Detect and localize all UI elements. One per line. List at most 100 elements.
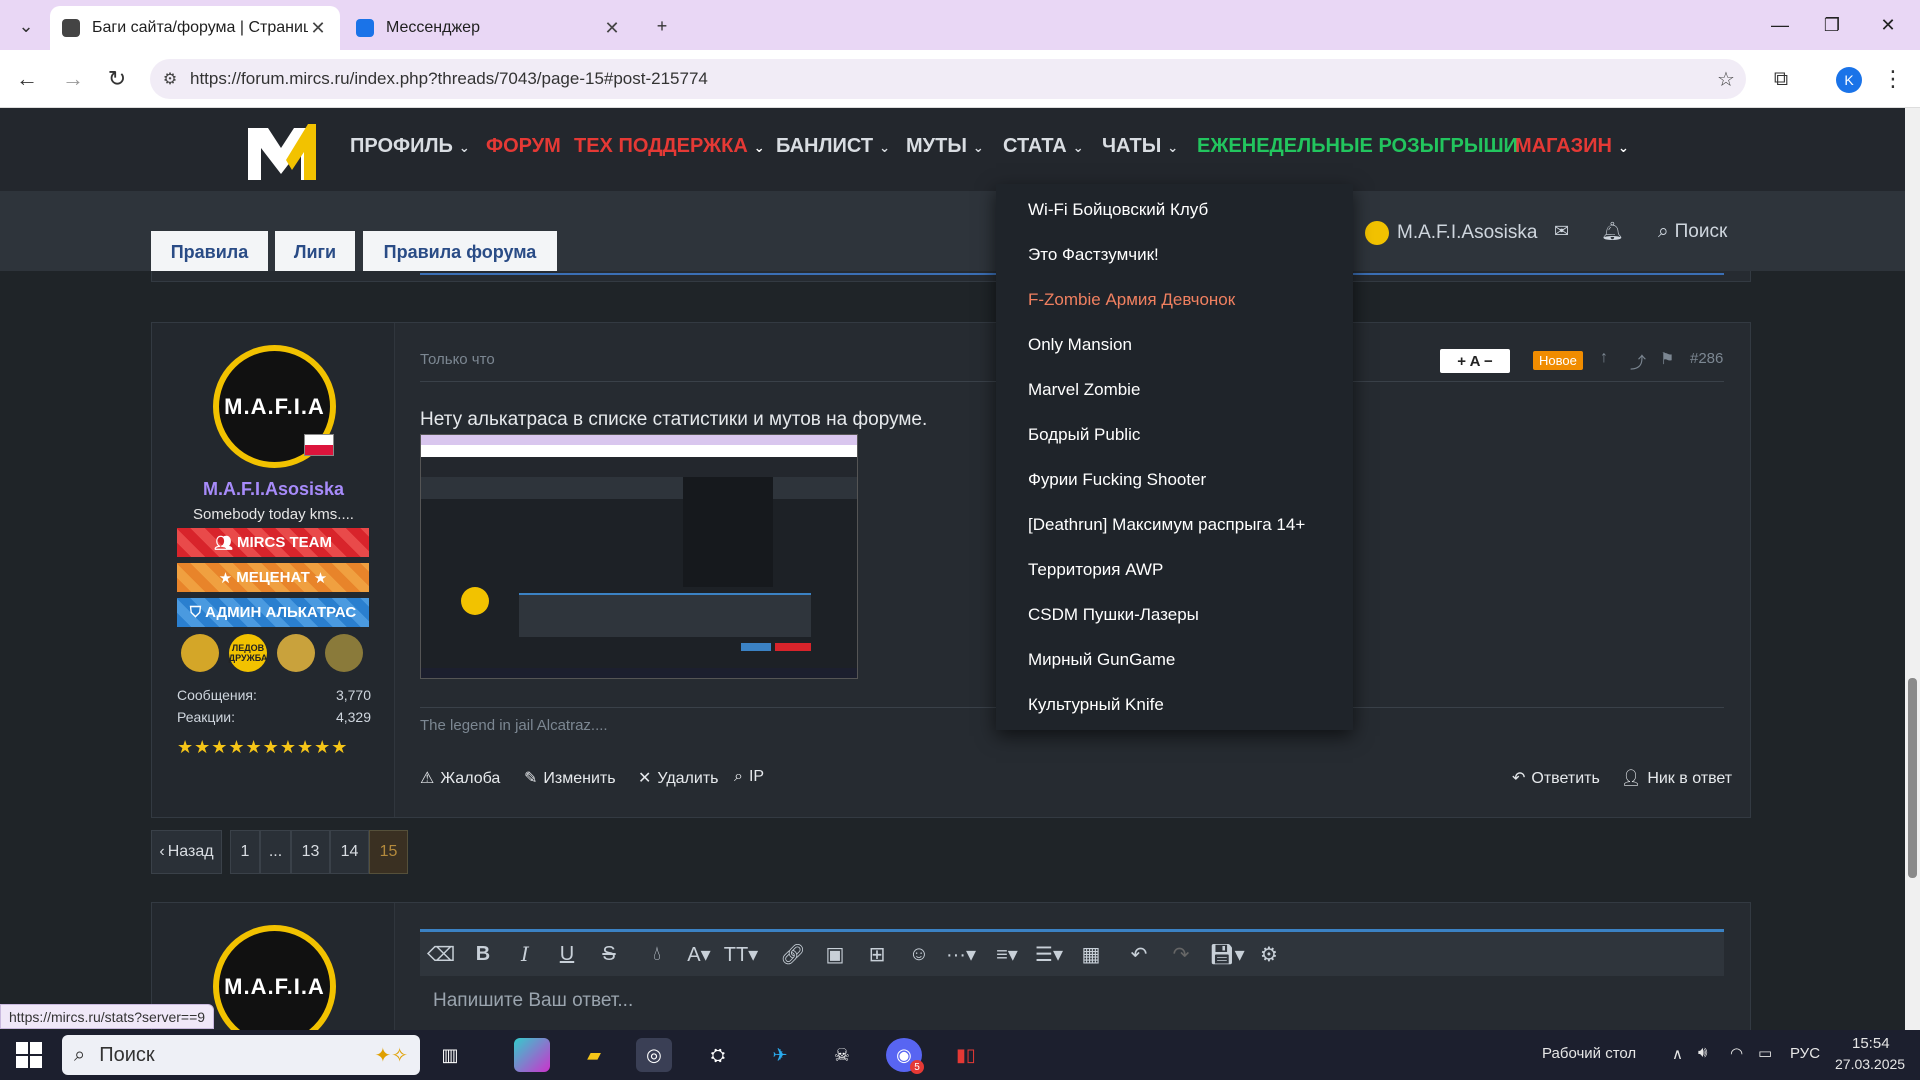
page-scrollbar[interactable]	[1905, 108, 1920, 1030]
medal-icon[interactable]	[277, 634, 315, 672]
nav-banlist[interactable]: БАНЛИСТ ⌄	[776, 135, 890, 158]
save-draft-icon[interactable]: 💾︎▾	[1206, 932, 1248, 976]
nav-mutes[interactable]: МУТЫ ⌄	[906, 135, 984, 158]
dropdown-item[interactable]: Мирный GunGame	[1028, 650, 1175, 670]
dropdown-item[interactable]: Marvel Zombie	[1028, 380, 1140, 400]
pill-rules[interactable]: Правила	[151, 231, 268, 273]
settings-gear-icon[interactable]: ⚙	[1248, 932, 1290, 976]
align-icon[interactable]: ≡▾	[986, 932, 1028, 976]
extensions-icon[interactable]: ⧉	[1764, 62, 1798, 96]
pager-page-current[interactable]: 15	[369, 830, 408, 874]
nav-stats[interactable]: СТАТА ⌄	[1003, 135, 1084, 158]
reload-icon[interactable]: ↻	[100, 62, 134, 96]
clock-date[interactable]: 27.03.2025	[1835, 1056, 1905, 1072]
desktop-label[interactable]: Рабочий стол	[1542, 1045, 1636, 1062]
close-tab-icon[interactable]: ✕	[308, 18, 328, 39]
nav-shop[interactable]: МАГАЗИН ⌄	[1515, 135, 1629, 158]
avatar[interactable]: M.A.F.I.A	[213, 345, 336, 468]
pager-page[interactable]: 1	[230, 830, 260, 874]
medal-friendship-icon[interactable]: ЛЕДОВ ДРУЖБА	[229, 634, 267, 672]
close-tab-icon[interactable]: ✕	[602, 18, 622, 39]
list-icon[interactable]: ☰▾	[1028, 932, 1070, 976]
pager-page[interactable]: 14	[330, 830, 369, 874]
search-link[interactable]: ⌕ Поиск	[1658, 221, 1727, 243]
ip-button[interactable]: ⌕ IP	[734, 768, 764, 786]
attached-screenshot[interactable]	[420, 434, 858, 679]
arrow-up-icon[interactable]: ↑	[1600, 349, 1608, 367]
address-bar[interactable]: ⚙ https://forum.mircs.ru/index.php?threa…	[150, 59, 1746, 99]
report-button[interactable]: ⚠ Жалоба	[420, 768, 500, 788]
new-tab-button[interactable]: +	[646, 10, 678, 42]
copilot-icon[interactable]	[514, 1038, 550, 1072]
pager-page[interactable]: 13	[291, 830, 330, 874]
undo-icon[interactable]: ↶	[1118, 932, 1160, 976]
delete-button[interactable]: ✕ Удалить	[638, 768, 719, 788]
volume-icon[interactable]: 🔊︎	[1698, 1044, 1707, 1061]
underline-icon[interactable]: U	[546, 932, 588, 976]
pager-prev[interactable]: ‹ Назад	[151, 830, 222, 874]
tab-search-button[interactable]: ⌄	[10, 10, 42, 42]
inbox-icon[interactable]: ✉	[1554, 221, 1569, 242]
media-icon[interactable]: ⊞	[856, 932, 898, 976]
image-icon[interactable]: ▣	[814, 932, 856, 976]
nav-support[interactable]: ТЕХ ПОДДЕРЖКА ⌄	[574, 135, 765, 158]
nav-profile[interactable]: ПРОФИЛЬ ⌄	[350, 135, 470, 158]
post-time[interactable]: Только что	[420, 351, 495, 368]
edit-button[interactable]: ✎ Изменить	[524, 768, 616, 788]
battery-icon[interactable]: ▭	[1758, 1044, 1772, 1062]
link-icon[interactable]: 🔗︎	[772, 932, 814, 976]
file-explorer-icon[interactable]: ▰	[576, 1038, 612, 1072]
pill-leagues[interactable]: Лиги	[275, 231, 355, 273]
nav-giveaways[interactable]: ЕЖЕНЕДЕЛЬНЫЕ РОЗЫГРЫШИ	[1197, 135, 1518, 158]
dropdown-item[interactable]: Wi-Fi Бойцовский Клуб	[1028, 200, 1208, 220]
discord-icon[interactable]: ◉ 5	[886, 1038, 924, 1074]
wifi-icon[interactable]: ◠	[1730, 1044, 1743, 1062]
pill-forum-rules[interactable]: Правила форума	[363, 231, 557, 273]
profile-avatar[interactable]: K	[1836, 67, 1862, 93]
scrollbar-thumb[interactable]	[1908, 678, 1917, 878]
dropdown-item[interactable]: Культурный Knife	[1028, 695, 1164, 715]
url-text[interactable]: https://forum.mircs.ru/index.php?threads…	[190, 69, 1706, 89]
nav-chats[interactable]: ЧАТЫ ⌄	[1102, 135, 1178, 158]
nav-forum[interactable]: ФОРУМ	[486, 135, 561, 158]
app-icon[interactable]: ▮▯	[948, 1038, 984, 1072]
medal-icon[interactable]	[325, 634, 363, 672]
dropdown-item[interactable]: [Deathrun] Максимум распрыга 14+	[1028, 515, 1305, 535]
dropdown-item[interactable]: Фурии Fucking Shooter	[1028, 470, 1206, 490]
tab-forum[interactable]: Баги сайта/форума | Страница ✕	[50, 6, 340, 50]
eraser-icon[interactable]: ⌫	[420, 932, 462, 976]
post-username[interactable]: M.A.F.I.Asosiska	[152, 479, 395, 500]
color-drop-icon[interactable]: 💧︎	[636, 932, 678, 976]
close-window-button[interactable]: ✕	[1858, 8, 1918, 42]
forward-arrow-icon[interactable]: →	[56, 62, 90, 96]
font-size-control[interactable]: + A −	[1440, 349, 1510, 373]
bookmark-star-icon[interactable]: ☆	[1706, 67, 1746, 92]
font-family-icon[interactable]: A▾	[678, 932, 720, 976]
strikethrough-icon[interactable]: S	[588, 932, 630, 976]
chrome-icon[interactable]: ◎	[636, 1038, 672, 1072]
task-view-icon[interactable]: ▥	[432, 1038, 468, 1072]
reply-button[interactable]: ↶ Ответить	[1512, 768, 1600, 788]
table-icon[interactable]: ▦	[1070, 932, 1112, 976]
site-info-icon[interactable]: ⚙	[150, 69, 190, 89]
bookmark-icon[interactable]: ⚑	[1660, 349, 1674, 369]
italic-icon[interactable]: I	[504, 932, 546, 976]
bell-icon[interactable]: 🔔︎	[1601, 221, 1624, 242]
tab-messenger[interactable]: Мессенджер ✕	[344, 6, 634, 50]
dropdown-item[interactable]: Это Фастзумчик!	[1028, 245, 1159, 265]
smiley-icon[interactable]: ☺	[898, 932, 940, 976]
taskbar-search[interactable]: ⌕ Поиск ✦✧	[62, 1035, 420, 1075]
back-arrow-icon[interactable]: ←	[10, 62, 44, 96]
language-indicator[interactable]: РУС	[1790, 1045, 1820, 1062]
redo-icon[interactable]: ↷	[1160, 932, 1202, 976]
dropdown-item-hovered[interactable]: F-Zombie Армия Девчонок	[1028, 290, 1235, 310]
dropdown-item[interactable]: Территория AWP	[1028, 560, 1163, 580]
font-size-icon[interactable]: TT▾	[720, 932, 762, 976]
steam-icon[interactable]: ⛭	[700, 1038, 736, 1072]
dropdown-item[interactable]: Only Mansion	[1028, 335, 1132, 355]
dropdown-item[interactable]: CSDM Пушки-Лазеры	[1028, 605, 1199, 625]
clock-time[interactable]: 15:54	[1852, 1035, 1890, 1052]
header-user-link[interactable]: M.A.F.I.Asosiska	[1365, 221, 1537, 245]
restore-button[interactable]: ❐	[1802, 8, 1862, 42]
menu-dots-icon[interactable]: ⋮	[1876, 62, 1910, 96]
